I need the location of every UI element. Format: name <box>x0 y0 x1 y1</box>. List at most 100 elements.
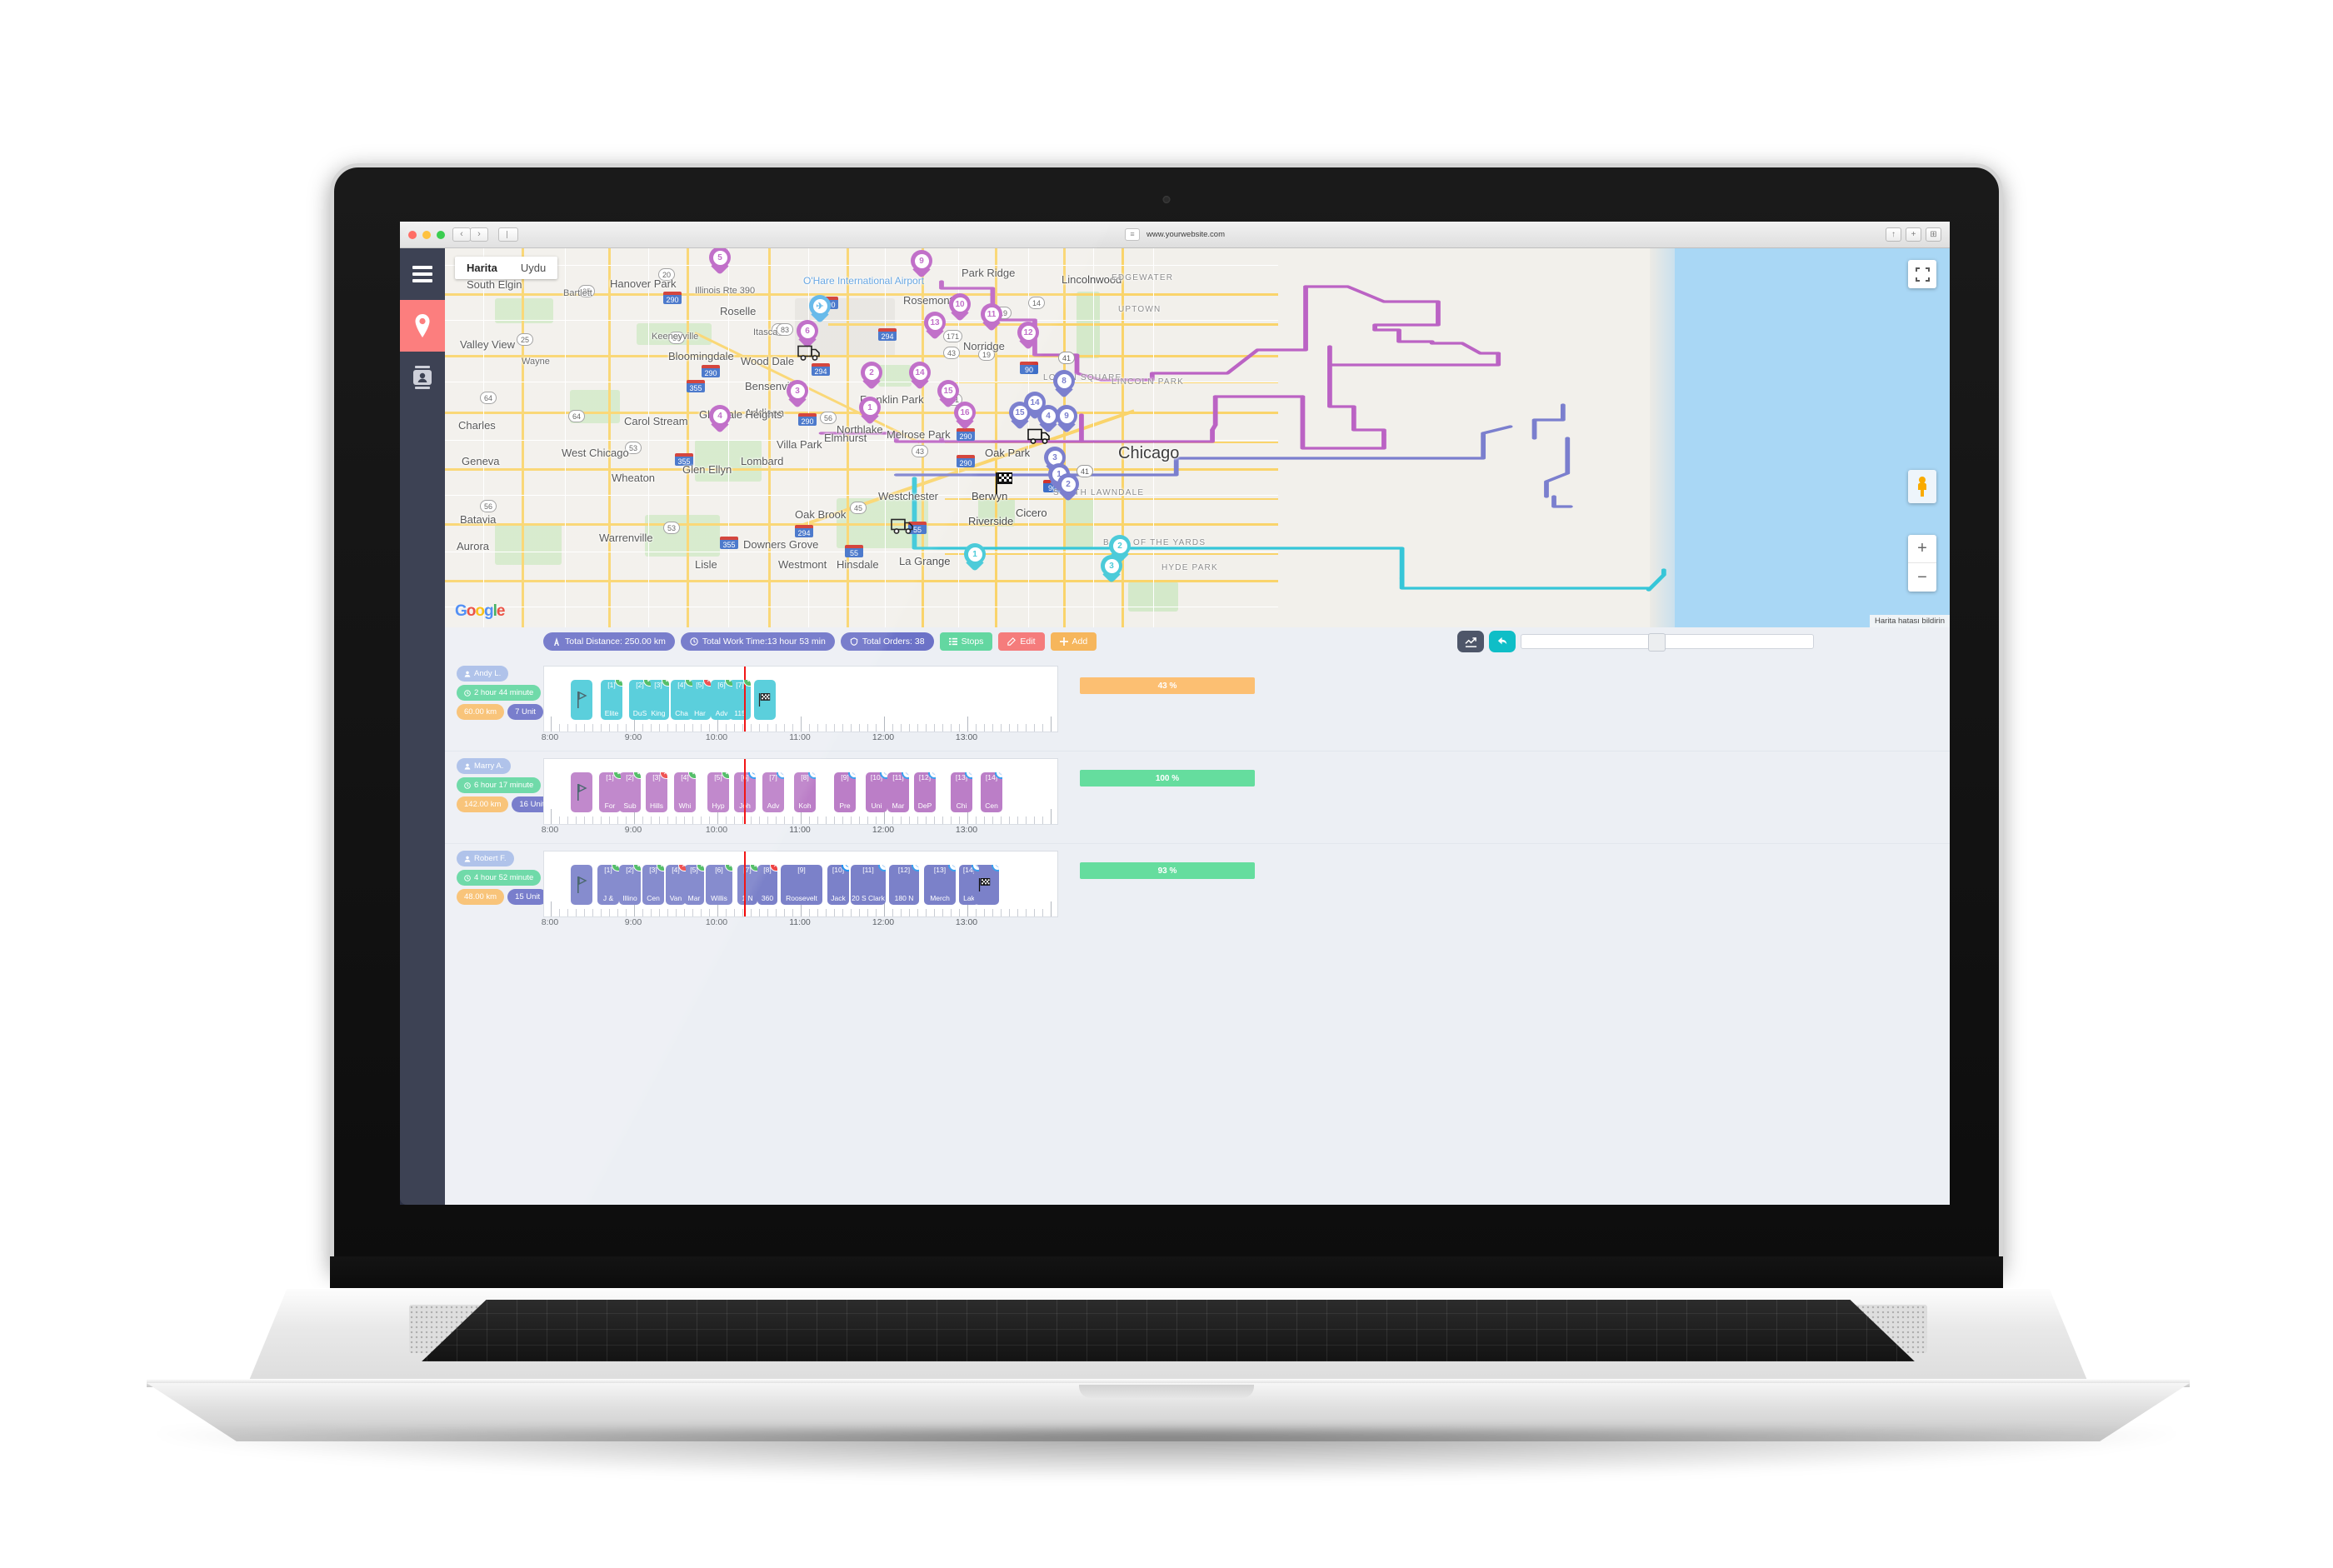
map-marker[interactable]: 5 <box>709 248 731 276</box>
stop-block[interactable]: ○[13]Merch <box>924 865 956 905</box>
sidebar-item-menu[interactable] <box>400 248 445 300</box>
map-marker[interactable]: 9 <box>1056 405 1077 434</box>
truck-icon[interactable] <box>1027 428 1052 449</box>
map-type-harita[interactable]: Harita <box>455 257 509 279</box>
map-label: Chicago <box>1118 444 1180 462</box>
map-marker[interactable]: 13 <box>924 312 946 341</box>
fullscreen-icon[interactable] <box>1908 260 1936 288</box>
stop-block[interactable]: ✓[6]Willis <box>706 865 732 905</box>
chart-icon[interactable] <box>1457 631 1484 652</box>
start-flag[interactable] <box>571 865 592 905</box>
zoom-controls[interactable]: + − <box>1908 535 1936 592</box>
map-marker[interactable]: 2 <box>861 362 882 391</box>
timeline-slider[interactable] <box>1521 633 1814 652</box>
start-flag[interactable] <box>571 772 592 812</box>
stop-block[interactable]: ○[10]Uni <box>866 772 887 812</box>
reader-view-icon[interactable]: ≡ <box>1125 228 1141 241</box>
map-marker[interactable]: 14 <box>909 362 931 391</box>
truck-icon[interactable] <box>797 345 822 366</box>
stop-block[interactable]: ✓[2]Illino <box>619 865 641 905</box>
maximize-window-button[interactable] <box>437 230 445 239</box>
stops-button[interactable]: Stops <box>939 632 993 651</box>
stop-block[interactable]: ✕[4]Van <box>666 865 686 905</box>
map-marker[interactable]: 12 <box>1017 322 1039 351</box>
stop-block[interactable]: ✓[5]Mar <box>684 865 704 905</box>
stop-block[interactable]: ○[14]Cen <box>981 772 1002 812</box>
driver-name-chip[interactable]: Andy L. <box>457 666 509 682</box>
map-marker[interactable]: 3 <box>1101 555 1122 584</box>
stop-block[interactable]: ✓[2]Sub <box>619 772 641 812</box>
browser-right-buttons[interactable]: ↑ + ⊞ <box>1886 227 1941 242</box>
finish-flag[interactable] <box>754 680 776 720</box>
new-tab-icon[interactable]: + <box>1906 227 1921 242</box>
map-marker[interactable]: 1 <box>964 543 986 572</box>
share-icon[interactable]: ↑ <box>1886 227 1901 242</box>
driver-name-chip[interactable]: Robert F. <box>457 851 514 866</box>
stop-block[interactable]: ✓[1]Elite <box>601 680 622 720</box>
undo-icon[interactable] <box>1489 631 1516 652</box>
map-marker[interactable]: 1 <box>859 397 881 426</box>
airport-marker[interactable]: ✈ <box>809 295 831 324</box>
close-window-button[interactable] <box>408 230 417 239</box>
sidebar-item-contacts[interactable] <box>400 352 445 403</box>
map-marker[interactable]: 10 <box>949 293 971 322</box>
street-view-pegman-icon[interactable] <box>1908 470 1936 503</box>
map-type-uydu[interactable]: Uydu <box>509 257 557 279</box>
stop-block[interactable]: ○[8]Koh <box>794 772 816 812</box>
app-sidebar <box>400 248 445 1205</box>
stop-block[interactable]: ✓[1]J & <box>597 865 619 905</box>
sidebar-item-map[interactable] <box>400 300 445 352</box>
stop-block[interactable]: ✕[8]360 <box>757 865 777 905</box>
map-type-switcher[interactable]: Harita Uydu <box>455 257 558 279</box>
map-marker[interactable]: 3 <box>787 380 808 409</box>
stop-block[interactable]: [9] Roosevelt <box>781 865 822 905</box>
completion-bar: 43 % <box>1080 677 1255 694</box>
forward-button[interactable]: › <box>470 227 488 242</box>
zoom-in-button[interactable]: + <box>1908 535 1936 563</box>
stop-block[interactable]: ○[9]Pre <box>834 772 856 812</box>
map-attribution[interactable]: Harita hatası bildirin <box>1870 615 1950 627</box>
stop-block[interactable]: ↻[10]Jack <box>827 865 849 905</box>
sidebar-toggle-button[interactable] <box>498 227 518 242</box>
back-button[interactable]: ‹ <box>452 227 471 242</box>
map-marker[interactable]: 8 <box>1053 370 1075 399</box>
minimize-window-button[interactable] <box>422 230 431 239</box>
interstate-shield: 355 <box>720 537 738 549</box>
nav-buttons[interactable]: ‹ › <box>452 227 488 242</box>
map-marker[interactable]: 4 <box>709 405 731 434</box>
stop-block[interactable]: ✓[5]Hyp <box>707 772 729 812</box>
timeline-track[interactable]: ✓[1]Elite✓[2]DuS✓[3]King✓[4]Cha✕[5]Har✓[… <box>543 666 1058 732</box>
map-container[interactable]: 20 25 59 25 83 64 64 64 56 53 53 83 56 4… <box>445 248 1950 627</box>
driver-name-chip[interactable]: Marry A. <box>457 758 512 774</box>
stop-block[interactable]: ✓[4]Whi <box>674 772 696 812</box>
stop-block[interactable]: ✓[3]Cen <box>642 865 664 905</box>
stop-block[interactable]: ✓[7]1 N <box>737 865 757 905</box>
edit-button[interactable]: Edit <box>998 632 1045 651</box>
stop-block[interactable]: ✓[1]For <box>599 772 621 812</box>
map-marker[interactable]: 9 <box>911 250 932 279</box>
map-canvas[interactable]: 20 25 59 25 83 64 64 64 56 53 53 83 56 4… <box>445 248 1950 627</box>
stop-block[interactable]: ○[11]Mar <box>887 772 909 812</box>
map-marker[interactable]: 15 <box>1009 402 1031 431</box>
window-controls[interactable] <box>408 230 445 239</box>
map-marker[interactable]: 16 <box>954 402 976 431</box>
add-button[interactable]: Add <box>1050 632 1097 651</box>
map-marker[interactable]: 11 <box>981 303 1002 332</box>
address-bar[interactable]: ≡ www.yourwebsite.com <box>1125 228 1225 241</box>
stop-block[interactable]: ○[12]DeP <box>914 772 936 812</box>
map-marker[interactable]: 2 <box>1057 473 1079 502</box>
units-label: 15 Unit <box>515 892 541 901</box>
playback-controls[interactable] <box>1457 631 1814 652</box>
stop-block[interactable]: ✕[3]Hills <box>646 772 667 812</box>
zoom-out-button[interactable]: − <box>1908 563 1936 592</box>
timeline-slider-thumb[interactable] <box>1648 633 1666 652</box>
stop-block[interactable]: ○[7]Adv <box>762 772 784 812</box>
tab-overview-icon[interactable]: ⊞ <box>1926 227 1941 242</box>
stop-block[interactable]: ○[13]Chi <box>951 772 972 812</box>
stop-block[interactable]: ○[11]20 S Clark <box>851 865 886 905</box>
timeline-track[interactable]: ✓[1]J &✓[2]Illino✓[3]Cen✕[4]Van✓[5]Mar✓[… <box>543 851 1058 917</box>
truck-icon[interactable] <box>891 518 916 539</box>
stop-block[interactable]: ○[12]180 N <box>889 865 919 905</box>
timeline-track[interactable]: ✓[1]For✓[2]Sub✕[3]Hills✓[4]Whi✓[5]Hyp↻[6… <box>543 758 1058 825</box>
start-flag[interactable] <box>571 680 592 720</box>
